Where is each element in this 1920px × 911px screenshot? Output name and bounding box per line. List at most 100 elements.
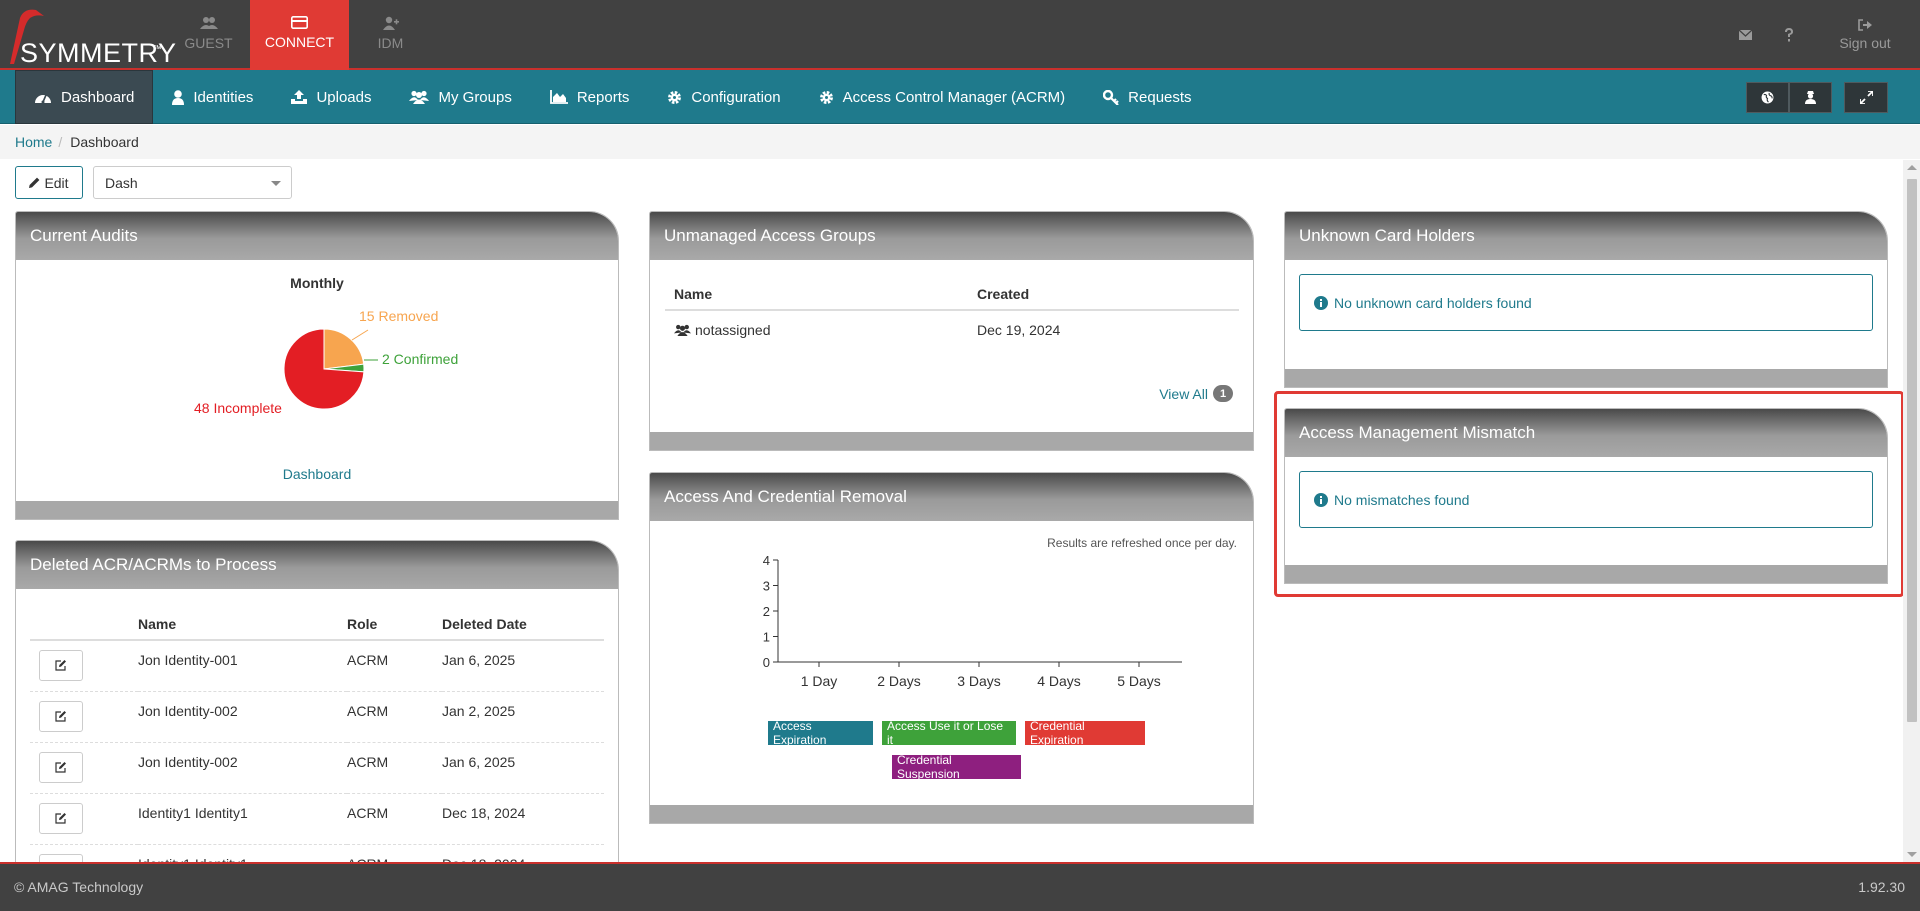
help-button[interactable] (1767, 0, 1810, 70)
key-icon (1103, 89, 1119, 105)
column-role[interactable]: Role (347, 609, 442, 640)
column-name[interactable]: Name (665, 278, 977, 310)
edit-row-button[interactable] (39, 802, 83, 834)
mail-button[interactable] (1724, 0, 1767, 70)
panel-footer (650, 805, 1253, 823)
top-right-tools: Sign out (1724, 0, 1920, 70)
cell-role: ACRM (347, 844, 442, 863)
user-secret-icon (1805, 91, 1816, 104)
info-message: No unknown card holders found (1334, 294, 1532, 311)
panel-title: Access Management Mismatch (1299, 423, 1536, 442)
top-bar: SYMMETRY ™ GUEST CONNECT IDM Sign out (0, 0, 1920, 70)
column-name[interactable]: Name (138, 609, 347, 640)
app-guest[interactable]: GUEST (167, 0, 250, 70)
info-message: No mismatches found (1334, 491, 1470, 508)
nav-uploads[interactable]: Uploads (272, 70, 390, 124)
nav-acrm[interactable]: Access Control Manager (ACRM) (800, 70, 1085, 124)
panel-header: Unmanaged Access Groups (650, 212, 1253, 260)
app-idm[interactable]: IDM (349, 0, 432, 70)
nav-reports[interactable]: Reports (531, 70, 649, 124)
column-deleted-date[interactable]: Deleted Date (442, 609, 604, 640)
panel-title: Unmanaged Access Groups (664, 226, 876, 245)
x-tick-label: 5 Days (1117, 673, 1161, 689)
nav-label: Configuration (691, 88, 781, 106)
y-tick-label: 3 (763, 579, 770, 594)
table-row[interactable]: notassigned Dec 19, 2024 (665, 310, 1239, 348)
user-plus-icon (382, 16, 399, 30)
edit-row-button[interactable] (39, 751, 83, 783)
legend-credential-suspension[interactable]: Credential Suspension (892, 753, 1021, 781)
card-icon (291, 16, 308, 29)
nav-dashboard[interactable]: Dashboard (15, 70, 154, 124)
sign-out-icon (1858, 19, 1872, 31)
nav-label: Requests (1128, 88, 1192, 106)
panel-footer (1285, 565, 1887, 583)
x-tick-label: 3 Days (957, 673, 1001, 689)
scroll-down-arrow[interactable] (1907, 852, 1917, 857)
app-label: GUEST (184, 35, 233, 51)
edit-row-button[interactable] (39, 853, 83, 862)
language-button[interactable] (1746, 82, 1789, 113)
column-created[interactable]: Created (977, 278, 1239, 310)
y-tick-label: 0 (763, 655, 770, 670)
access-mismatch-panel: Access Management Mismatch No mismatches… (1284, 408, 1888, 584)
globe-icon (1761, 91, 1774, 104)
gear-icon (819, 90, 833, 104)
nav-requests[interactable]: Requests (1084, 70, 1210, 124)
pie-slice-removed[interactable] (323, 328, 365, 370)
dashboard-link[interactable]: Dashboard (16, 466, 618, 482)
panel-header: Deleted ACR/ACRMs to Process (16, 541, 618, 589)
footer: © AMAG Technology 1.92.30 (0, 862, 1920, 911)
cell-name: Identity1 Identity1 (138, 844, 347, 863)
legend-access-expiration[interactable]: Access Expiration (768, 719, 873, 747)
nav-configuration[interactable]: Configuration (648, 70, 799, 124)
table-header-row: Name Role Deleted Date (30, 609, 604, 640)
breadcrumb-home[interactable]: Home (15, 134, 52, 150)
scroll-thumb[interactable] (1907, 179, 1917, 722)
upload-icon (291, 90, 308, 104)
dashboard-select[interactable]: Dash (93, 166, 292, 199)
scroll-up-arrow[interactable] (1907, 165, 1917, 170)
cell-deleted-date: Jan 6, 2025 (442, 753, 516, 770)
table-row: Jon Identity-001 ACRM Jan 6, 2025 (30, 640, 604, 691)
nav-my-groups[interactable]: My Groups (390, 70, 530, 124)
edit-row-button[interactable] (39, 650, 83, 681)
legend-access-use-it-or-lose-it[interactable]: Access Use it or Lose it (882, 719, 1016, 747)
panel-title: Access And Credential Removal (664, 487, 907, 506)
group-icon (674, 324, 691, 336)
pie-label-incomplete: 48 Incomplete (194, 400, 282, 416)
cell-role: ACRM (347, 702, 389, 719)
deleted-acrm-panel: Deleted ACR/ACRMs to Process Name Role D… (15, 540, 619, 862)
group-icon (409, 90, 430, 104)
page-scrollbar[interactable] (1903, 160, 1920, 862)
pencil-icon (29, 177, 40, 188)
panel-title: Deleted ACR/ACRMs to Process (30, 555, 277, 574)
app-label: CONNECT (264, 34, 335, 50)
dashboard-icon (35, 94, 51, 104)
table-row: Identity1 Identity1 ACRM Dec 18, 2024 (30, 844, 604, 862)
pie-label-confirmed: 2 Confirmed (382, 351, 459, 367)
cell-name: Jon Identity-002 (138, 753, 238, 770)
edit-button[interactable]: Edit (15, 166, 83, 199)
sign-out-button[interactable]: Sign out (1810, 19, 1920, 51)
panel-title: Unknown Card Holders (1299, 226, 1475, 245)
cell-role: ACRM (347, 652, 389, 668)
current-audits-panel: Current Audits Monthly 15 Removed 2 Conf… (15, 211, 619, 520)
fullscreen-button[interactable] (1844, 82, 1888, 113)
edit-icon (55, 660, 66, 671)
legend-credential-expiration[interactable]: Credential Expiration (1025, 719, 1145, 747)
view-all-link[interactable]: View All 1 (1159, 385, 1233, 402)
app-connect[interactable]: CONNECT (250, 0, 349, 70)
nav-identities[interactable]: Identities (153, 70, 272, 124)
cell-name: Jon Identity-002 (138, 702, 238, 719)
user-profile-button[interactable] (1789, 82, 1832, 113)
unmanaged-groups-table: Name Created notassigned Dec 19, 2024 (665, 278, 1239, 348)
edit-row-button[interactable] (39, 700, 83, 732)
x-tick-label: 4 Days (1037, 673, 1081, 689)
sign-out-label: Sign out (1839, 35, 1891, 51)
pie-label-removed: 15 Removed (359, 308, 439, 324)
nav-label: My Groups (438, 88, 512, 106)
user-icon (172, 89, 185, 105)
symmetry-logo[interactable]: SYMMETRY ™ (6, 4, 176, 68)
pie-connector-removed (351, 329, 369, 341)
